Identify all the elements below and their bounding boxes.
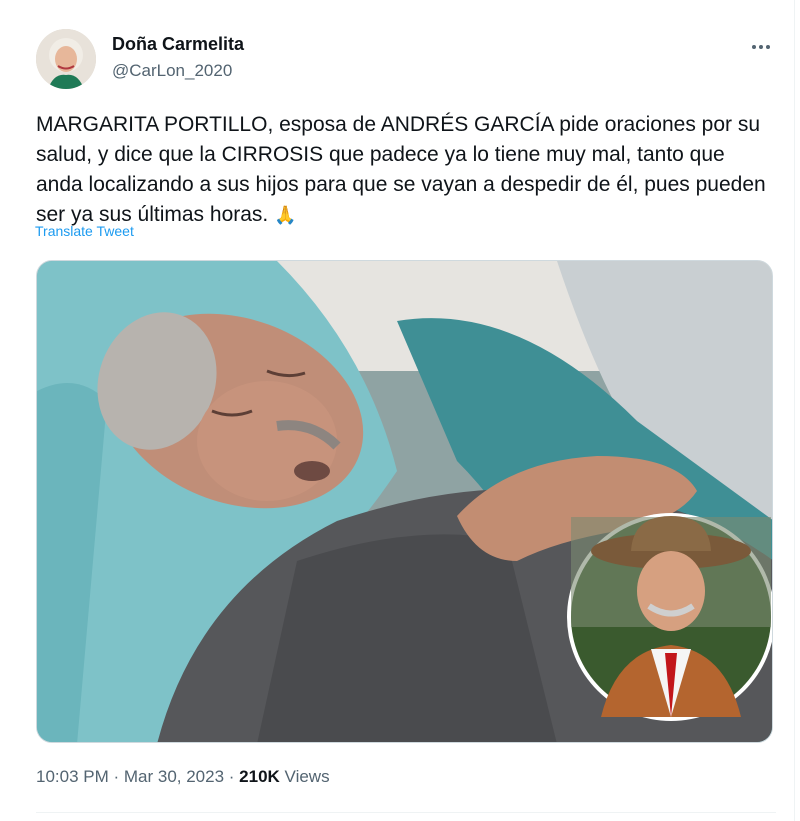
tweet-meta: 10:03 PM · Mar 30, 2023 · 210K Views: [36, 767, 330, 787]
more-options-button[interactable]: [744, 30, 778, 64]
folded-hands-emoji: 🙏: [274, 205, 297, 225]
author-display-name[interactable]: Doña Carmelita: [112, 34, 244, 55]
avatar-image: [36, 29, 96, 89]
author-handle[interactable]: @CarLon_2020: [112, 61, 232, 81]
views-label: Views: [279, 767, 330, 786]
author-avatar[interactable]: [36, 29, 96, 89]
tweet-body: MARGARITA PORTILLO, esposa de ANDRÉS GAR…: [36, 113, 772, 226]
tweet-time[interactable]: 10:03 PM: [36, 767, 109, 786]
meta-separator: ·: [224, 767, 240, 786]
divider: [36, 812, 776, 813]
meta-separator: ·: [108, 767, 124, 786]
photo-man-in-bed: [37, 261, 772, 742]
tweet-date[interactable]: Mar 30, 2023: [124, 767, 224, 786]
views-count[interactable]: 210K: [239, 767, 280, 786]
tweet-media-image[interactable]: [36, 260, 773, 743]
tweet-text: MARGARITA PORTILLO, esposa de ANDRÉS GAR…: [36, 110, 776, 230]
more-options-icon: [752, 45, 770, 49]
translate-tweet-link[interactable]: Translate Tweet: [35, 223, 134, 239]
tweet-container: Doña Carmelita @CarLon_2020 MARGARITA PO…: [0, 0, 795, 821]
